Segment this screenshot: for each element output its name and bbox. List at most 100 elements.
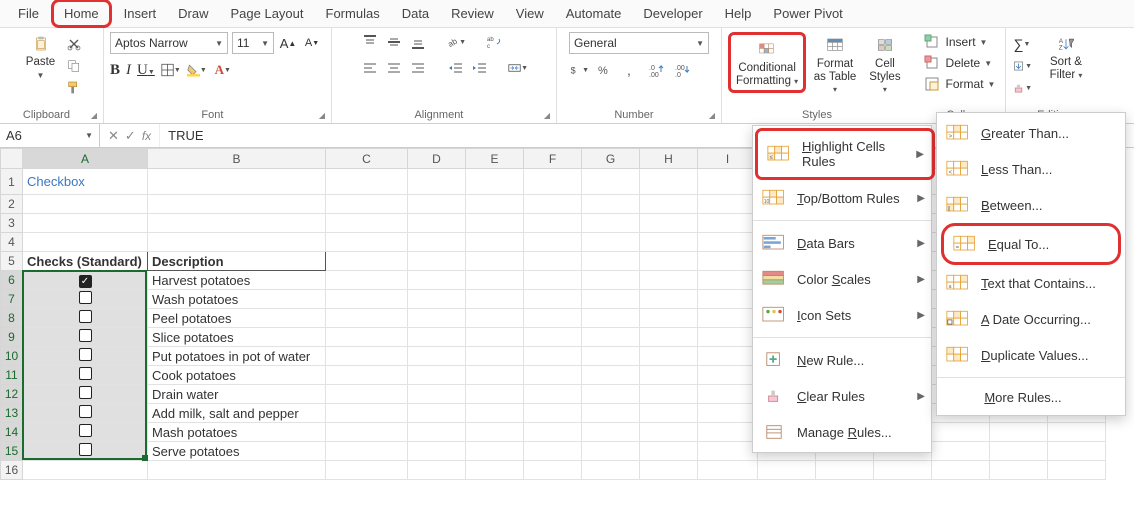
bold-button[interactable]: B bbox=[110, 62, 120, 79]
menu-equal-to[interactable]: = Equal To... bbox=[941, 223, 1121, 265]
cell-C10[interactable] bbox=[326, 347, 408, 366]
underline-button[interactable]: U▼ bbox=[137, 62, 155, 79]
cell-F8[interactable] bbox=[524, 309, 582, 328]
menu-page-layout[interactable]: Page Layout bbox=[221, 2, 314, 25]
italic-button[interactable]: I bbox=[126, 62, 131, 79]
alignment-dialog-launcher[interactable]: ◢ bbox=[540, 111, 550, 120]
row-header-11[interactable]: 11 bbox=[1, 366, 23, 385]
checkbox[interactable] bbox=[79, 275, 92, 288]
cell-B3[interactable] bbox=[148, 214, 326, 233]
menu-icon-sets[interactable]: Icon Sets ▶ bbox=[753, 297, 933, 333]
cell-G3[interactable] bbox=[582, 214, 640, 233]
delete-cells-button[interactable]: Delete▼ bbox=[922, 53, 993, 73]
cell-G5[interactable] bbox=[582, 252, 640, 271]
cell-G9[interactable] bbox=[582, 328, 640, 347]
column-header-E[interactable]: E bbox=[466, 149, 524, 169]
name-box[interactable]: A6▼ bbox=[0, 124, 100, 147]
menu-draw[interactable]: Draw bbox=[168, 2, 218, 25]
checkbox[interactable] bbox=[79, 367, 92, 380]
cell-F11[interactable] bbox=[524, 366, 582, 385]
cell-D5[interactable] bbox=[408, 252, 466, 271]
font-dialog-launcher[interactable]: ◢ bbox=[315, 111, 325, 120]
cell-H7[interactable] bbox=[640, 290, 698, 309]
checkbox[interactable] bbox=[79, 310, 92, 323]
cell-B4[interactable] bbox=[148, 233, 326, 252]
increase-decimal-icon[interactable]: .0.00 bbox=[647, 60, 667, 80]
cell-E16[interactable] bbox=[466, 461, 524, 480]
sort-filter-button[interactable]: AZ Sort & Filter ▾ bbox=[1036, 32, 1096, 83]
row-header-4[interactable]: 4 bbox=[1, 233, 23, 252]
cell-G10[interactable] bbox=[582, 347, 640, 366]
cell-F16[interactable] bbox=[524, 461, 582, 480]
cell-G14[interactable] bbox=[582, 423, 640, 442]
accounting-format-icon[interactable]: $▼ bbox=[569, 60, 589, 80]
checkbox[interactable] bbox=[79, 443, 92, 456]
column-header-B[interactable]: B bbox=[148, 149, 326, 169]
cell-B5[interactable]: Description bbox=[148, 252, 326, 271]
cell-N16[interactable] bbox=[990, 461, 1048, 480]
cell-B11[interactable]: Cook potatoes bbox=[148, 366, 326, 385]
cell-H5[interactable] bbox=[640, 252, 698, 271]
cell-G15[interactable] bbox=[582, 442, 640, 461]
cell-D7[interactable] bbox=[408, 290, 466, 309]
menu-less-than[interactable]: < Less Than... bbox=[937, 151, 1125, 187]
cell-E7[interactable] bbox=[466, 290, 524, 309]
row-header-6[interactable]: 6 bbox=[1, 271, 23, 290]
menu-home[interactable]: Home bbox=[51, 0, 112, 28]
menu-new-rule[interactable]: New Rule... bbox=[753, 342, 933, 378]
menu-power-pivot[interactable]: Power Pivot bbox=[763, 2, 852, 25]
font-color-button[interactable]: A▼ bbox=[213, 60, 233, 80]
cell-C13[interactable] bbox=[326, 404, 408, 423]
menu-automate[interactable]: Automate bbox=[556, 2, 632, 25]
checkbox[interactable] bbox=[79, 386, 92, 399]
cell-G2[interactable] bbox=[582, 195, 640, 214]
menu-insert[interactable]: Insert bbox=[114, 2, 167, 25]
cell-B16[interactable] bbox=[148, 461, 326, 480]
cell-I12[interactable] bbox=[698, 385, 758, 404]
menu-between[interactable]: || Between... bbox=[937, 187, 1125, 223]
cell-I11[interactable] bbox=[698, 366, 758, 385]
row-header-14[interactable]: 14 bbox=[1, 423, 23, 442]
cell-H9[interactable] bbox=[640, 328, 698, 347]
number-dialog-launcher[interactable]: ◢ bbox=[705, 111, 715, 120]
menu-data[interactable]: Data bbox=[392, 2, 439, 25]
cell-B14[interactable]: Mash potatoes bbox=[148, 423, 326, 442]
cell-H13[interactable] bbox=[640, 404, 698, 423]
column-header-F[interactable]: F bbox=[524, 149, 582, 169]
wrap-text-icon[interactable]: abc bbox=[484, 32, 504, 52]
checkbox[interactable] bbox=[79, 329, 92, 342]
row-header-16[interactable]: 16 bbox=[1, 461, 23, 480]
cell-D11[interactable] bbox=[408, 366, 466, 385]
orientation-icon[interactable]: ab▼ bbox=[446, 32, 466, 52]
cell-A3[interactable] bbox=[23, 214, 148, 233]
cell-G7[interactable] bbox=[582, 290, 640, 309]
cell-I3[interactable] bbox=[698, 214, 758, 233]
cell-O16[interactable] bbox=[1048, 461, 1106, 480]
cell-I13[interactable] bbox=[698, 404, 758, 423]
format-as-table-button[interactable]: Format as Table ▾ bbox=[806, 32, 864, 98]
align-center-icon[interactable] bbox=[384, 58, 404, 78]
cell-H3[interactable] bbox=[640, 214, 698, 233]
cell-B9[interactable]: Slice potatoes bbox=[148, 328, 326, 347]
cell-F3[interactable] bbox=[524, 214, 582, 233]
cell-B7[interactable]: Wash potatoes bbox=[148, 290, 326, 309]
cell-F12[interactable] bbox=[524, 385, 582, 404]
align-left-icon[interactable] bbox=[360, 58, 380, 78]
cell-H4[interactable] bbox=[640, 233, 698, 252]
comma-format-icon[interactable]: , bbox=[621, 60, 641, 80]
cancel-icon[interactable]: ✕ bbox=[108, 128, 119, 144]
cell-G6[interactable] bbox=[582, 271, 640, 290]
cut-icon[interactable] bbox=[64, 34, 84, 54]
cell-A4[interactable] bbox=[23, 233, 148, 252]
cell-D1[interactable] bbox=[408, 169, 466, 195]
cell-D9[interactable] bbox=[408, 328, 466, 347]
cell-G16[interactable] bbox=[582, 461, 640, 480]
cell-A16[interactable] bbox=[23, 461, 148, 480]
cell-E10[interactable] bbox=[466, 347, 524, 366]
cell-F9[interactable] bbox=[524, 328, 582, 347]
menu-more-rules[interactable]: More Rules... bbox=[937, 382, 1125, 413]
cell-F2[interactable] bbox=[524, 195, 582, 214]
cell-F1[interactable] bbox=[524, 169, 582, 195]
align-right-icon[interactable] bbox=[408, 58, 428, 78]
menu-help[interactable]: Help bbox=[715, 2, 762, 25]
